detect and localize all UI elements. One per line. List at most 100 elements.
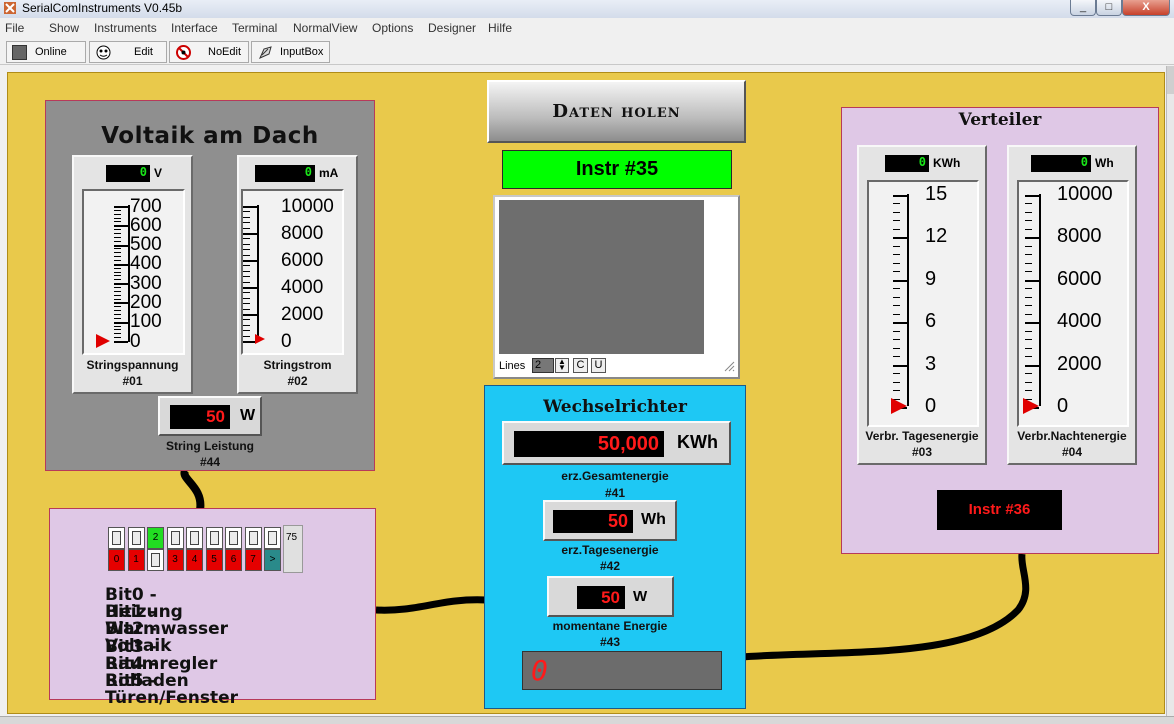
minor-tick bbox=[114, 275, 121, 277]
u-button[interactable]: U bbox=[591, 358, 606, 373]
tagesenergie-number: #42 bbox=[599, 559, 621, 573]
minor-tick bbox=[893, 203, 900, 205]
scale-tick bbox=[114, 302, 128, 305]
terminal-output-area[interactable] bbox=[499, 200, 704, 354]
minor-tick bbox=[114, 333, 121, 335]
lines-spinner[interactable]: ▲ ▼ bbox=[555, 358, 569, 373]
minor-tick bbox=[1025, 245, 1032, 247]
stringspannung-label: Stringspannung bbox=[86, 358, 179, 372]
nachtenergie-meter: 0 Wh 10000 8000 6000 4000 2000 0 Verbr.Nachte… bbox=[1007, 145, 1137, 465]
minor-tick bbox=[114, 217, 121, 219]
bit-switch-0[interactable]: 0 bbox=[108, 527, 125, 571]
stringstrom-pointer bbox=[255, 334, 265, 344]
scale-tick-label: 8000 bbox=[281, 222, 324, 244]
scale-tick bbox=[114, 341, 128, 343]
scale-tick bbox=[243, 233, 257, 235]
minor-tick bbox=[893, 271, 900, 273]
minor-tick bbox=[114, 290, 121, 292]
minor-tick bbox=[893, 381, 900, 383]
scale-tick bbox=[243, 260, 257, 262]
tagesenergie-meter-label: Verbr. Tagesenergie bbox=[865, 429, 979, 443]
bit-switch-5[interactable]: 5 bbox=[205, 527, 223, 571]
daten-holen-button[interactable]: Daten holen bbox=[487, 80, 746, 143]
minor-tick bbox=[243, 324, 250, 326]
minor-tick bbox=[114, 329, 121, 331]
bit-switch->[interactable]: > bbox=[264, 527, 281, 571]
momentane-energie-unit: W bbox=[633, 588, 648, 605]
scale-tick bbox=[893, 237, 907, 240]
minor-tick bbox=[114, 267, 121, 269]
bit-switch-1[interactable]: 1 bbox=[127, 527, 145, 571]
minor-tick bbox=[114, 314, 121, 315]
stringspannung-pointer bbox=[96, 334, 110, 348]
scale-tick bbox=[114, 225, 128, 228]
minor-tick bbox=[243, 319, 250, 321]
minor-tick bbox=[243, 243, 250, 245]
stringspannung-number: #01 bbox=[122, 374, 143, 388]
minor-tick bbox=[1025, 271, 1032, 273]
scale-tick bbox=[1025, 279, 1039, 282]
gesamtenergie-unit: KWh bbox=[677, 432, 718, 452]
scale-tick bbox=[114, 206, 128, 208]
scale-tick-label: 8000 bbox=[1057, 225, 1102, 248]
minor-tick bbox=[243, 330, 250, 332]
minor-tick bbox=[114, 213, 121, 215]
momentane-energie-display: 50 W bbox=[547, 576, 674, 617]
minor-tick bbox=[243, 297, 250, 299]
scale-tick bbox=[1025, 237, 1039, 240]
stringspannung-readout: 0 bbox=[106, 165, 150, 182]
scale-tick bbox=[243, 314, 257, 316]
minor-tick bbox=[893, 339, 900, 341]
scale-tick-label: 4000 bbox=[1057, 310, 1102, 333]
verteiler-title: Verteiler bbox=[958, 110, 1042, 130]
minor-tick bbox=[893, 262, 900, 264]
tagesenergie-meter-unit: KWh bbox=[933, 156, 961, 170]
tagesenergie-meter-scale: 15 12 9 6 3 0 bbox=[867, 180, 979, 427]
minor-tick bbox=[114, 256, 121, 258]
instr-35-display: Instr #35 bbox=[502, 150, 732, 189]
bit-switch-2[interactable]: 2 bbox=[147, 527, 164, 571]
minor-tick bbox=[1025, 356, 1032, 358]
stringstrom-meter: 0 mA 10000 8000 6000 4000 2000 0 Stringstrom … bbox=[237, 155, 358, 394]
minor-tick bbox=[114, 260, 121, 261]
minor-tick bbox=[243, 276, 250, 278]
minor-tick bbox=[243, 216, 250, 218]
scale-tick-label: 300 bbox=[130, 272, 162, 294]
tagesenergie-display: 50 Wh bbox=[543, 500, 677, 541]
minor-tick bbox=[114, 287, 121, 288]
minor-tick bbox=[243, 222, 250, 224]
scale-tick-label: 0 bbox=[1057, 395, 1069, 417]
gesamtenergie-number: #41 bbox=[604, 486, 626, 500]
string-leistung-label: String Leistung bbox=[166, 439, 254, 453]
minor-tick bbox=[1025, 373, 1032, 375]
bit-switch-3[interactable]: 3 bbox=[166, 527, 184, 571]
minor-tick bbox=[114, 271, 121, 273]
minor-tick bbox=[243, 270, 250, 272]
lines-input[interactable]: 2 bbox=[532, 358, 554, 373]
scale-tick bbox=[243, 287, 257, 289]
minor-tick bbox=[114, 233, 121, 234]
tagesenergie-label: erz.Tagesenergie bbox=[561, 543, 659, 557]
stringstrom-unit: mA bbox=[319, 166, 339, 180]
minor-tick bbox=[114, 252, 121, 254]
minor-tick bbox=[893, 220, 900, 222]
string-leistung-display: 50 W bbox=[158, 396, 262, 436]
minor-tick bbox=[114, 279, 121, 281]
minor-tick bbox=[243, 308, 250, 310]
tagesenergie-meter: 0 KWh 15 12 9 6 3 0 Verbr. Tagesenergie #03 bbox=[857, 145, 987, 465]
clear-button[interactable]: C bbox=[573, 358, 588, 373]
minor-tick bbox=[1025, 305, 1032, 307]
string-leistung-value: 50 bbox=[170, 405, 230, 429]
bit-switch-4[interactable]: 4 bbox=[186, 527, 203, 571]
stringstrom-label: Stringstrom bbox=[263, 358, 332, 372]
bit-switch-6[interactable]: 6 bbox=[225, 527, 242, 571]
resize-grip-icon[interactable] bbox=[723, 360, 735, 372]
scale-tick-label: 4000 bbox=[281, 276, 324, 298]
minor-tick bbox=[1025, 330, 1032, 332]
tagesenergie-meter-number: #03 bbox=[911, 445, 933, 459]
minor-tick bbox=[114, 317, 121, 319]
minor-tick bbox=[893, 373, 900, 375]
minor-tick bbox=[893, 245, 900, 247]
gesamtenergie-label: erz.Gesamtenergie bbox=[561, 469, 669, 483]
bit-switch-7[interactable]: 7 bbox=[244, 527, 262, 571]
